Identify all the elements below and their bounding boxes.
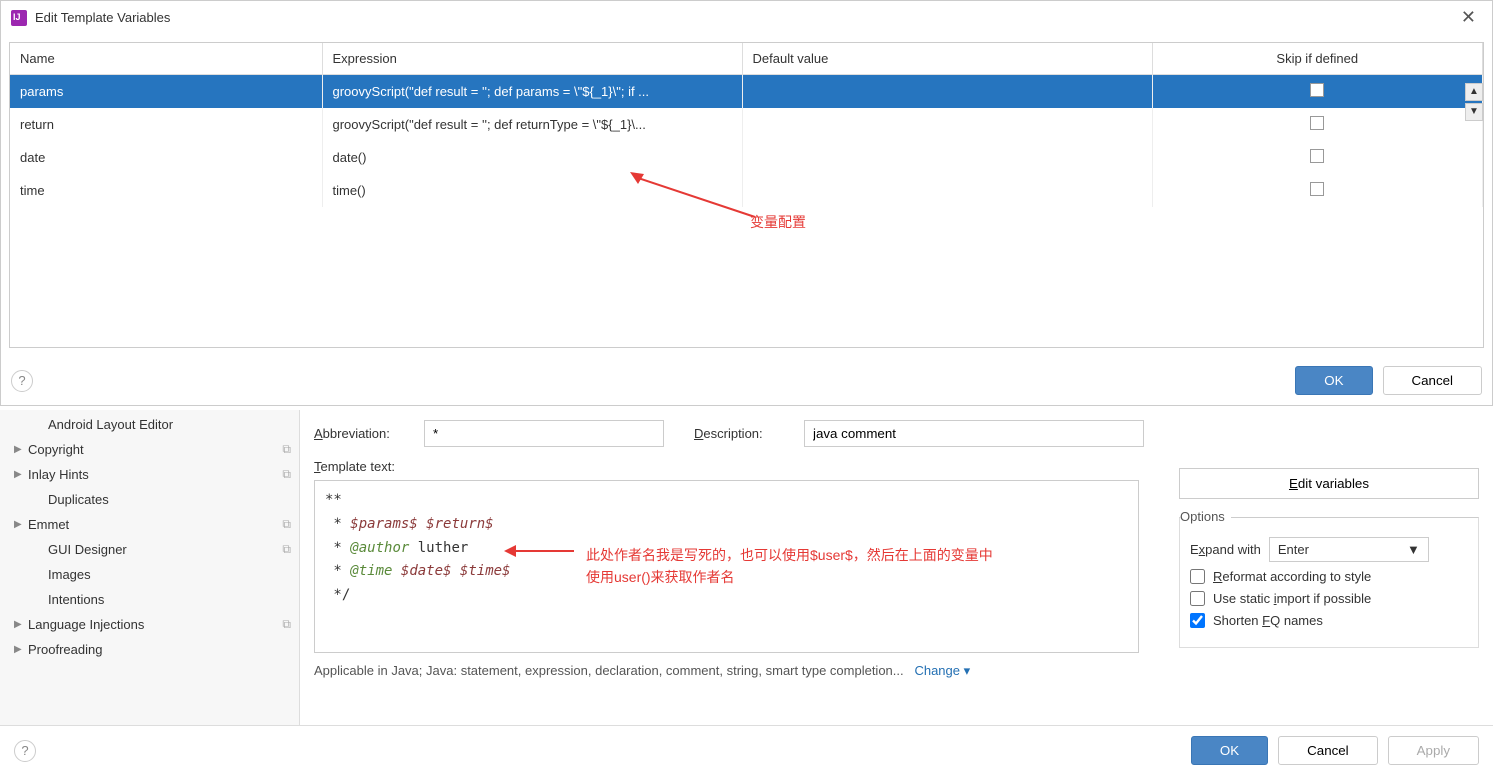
reformat-label: Reformat according to style: [1213, 569, 1371, 584]
sidebar-item-label: Duplicates: [48, 492, 109, 507]
sidebar-item-label: Copyright: [28, 442, 84, 457]
table-row[interactable]: date date(): [10, 141, 1483, 174]
help-button[interactable]: ?: [14, 740, 36, 762]
sidebar-item-label: Intentions: [48, 592, 104, 607]
cell-expression[interactable]: date(): [322, 141, 742, 174]
cell-expression[interactable]: groovyScript("def result = ''; def param…: [322, 75, 742, 109]
reformat-checkbox[interactable]: [1190, 569, 1205, 584]
app-icon: [11, 10, 27, 26]
sidebar-item-android-layout[interactable]: Android Layout Editor: [0, 412, 299, 437]
checkbox-icon[interactable]: [1310, 116, 1324, 130]
cell-name[interactable]: return: [10, 108, 322, 141]
settings-panel: Android Layout Editor ▶ Copyright ⧉ ▶ Inlay…: [0, 410, 1493, 775]
cell-default[interactable]: [742, 141, 1152, 174]
abbreviation-label: Abbreviation:: [314, 426, 414, 441]
shorten-fq-label: Shorten FQ names: [1213, 613, 1323, 628]
edit-variables-button[interactable]: Edit variables: [1179, 468, 1479, 499]
copy-icon: ⧉: [282, 442, 291, 457]
col-name[interactable]: Name: [10, 43, 322, 75]
col-expression[interactable]: Expression: [322, 43, 742, 75]
copy-icon: ⧉: [282, 517, 291, 532]
annotation-text: 此处作者名我是写死的，也可以使用$user$，然后在上面的变量中 使用user(…: [586, 544, 993, 589]
dialog-titlebar: Edit Template Variables ✕: [1, 1, 1492, 34]
sidebar-item-label: Proofreading: [28, 642, 102, 657]
cell-skip[interactable]: [1152, 75, 1483, 109]
scroll-up-button[interactable]: ▲: [1465, 83, 1483, 101]
copy-icon: ⧉: [282, 617, 291, 632]
applicable-text: Applicable in Java; Java: statement, exp…: [314, 663, 1479, 679]
chevron-right-icon: ▶: [14, 619, 22, 630]
expand-with-label: Expand with: [1190, 542, 1261, 557]
checkbox-icon[interactable]: [1310, 182, 1324, 196]
sidebar-item-duplicates[interactable]: Duplicates: [0, 487, 299, 512]
sidebar-item-intentions[interactable]: Intentions: [0, 587, 299, 612]
static-import-checkbox[interactable]: [1190, 591, 1205, 606]
cell-default[interactable]: [742, 174, 1152, 207]
sidebar-item-label: GUI Designer: [48, 542, 127, 557]
sidebar-item-gui-designer[interactable]: GUI Designer ⧉: [0, 537, 299, 562]
table-row[interactable]: params groovyScript("def result = ''; de…: [10, 75, 1483, 109]
cancel-button[interactable]: Cancel: [1278, 736, 1378, 765]
cell-expression[interactable]: groovyScript("def result = ''; def retur…: [322, 108, 742, 141]
sidebar-item-language-injections[interactable]: ▶ Language Injections ⧉: [0, 612, 299, 637]
copy-icon: ⧉: [282, 467, 291, 482]
chevron-right-icon: ▶: [14, 644, 22, 655]
cell-default[interactable]: [742, 108, 1152, 141]
ok-button[interactable]: OK: [1295, 366, 1372, 395]
copy-icon: ⧉: [282, 542, 291, 557]
chevron-right-icon: ▶: [14, 469, 22, 480]
description-input[interactable]: [804, 420, 1144, 447]
annotation-text: 变量配置: [750, 212, 806, 232]
sidebar-item-label: Language Injections: [28, 617, 144, 632]
sidebar-item-emmet[interactable]: ▶ Emmet ⧉: [0, 512, 299, 537]
close-icon[interactable]: ✕: [1455, 7, 1482, 28]
cell-name[interactable]: date: [10, 141, 322, 174]
sidebar-item-proofreading[interactable]: ▶ Proofreading: [0, 637, 299, 662]
cancel-button[interactable]: Cancel: [1383, 366, 1483, 395]
checkbox-icon[interactable]: [1310, 83, 1324, 97]
ok-button[interactable]: OK: [1191, 736, 1268, 765]
settings-sidebar: Android Layout Editor ▶ Copyright ⧉ ▶ Inlay…: [0, 410, 300, 775]
cell-skip[interactable]: [1152, 141, 1483, 174]
sidebar-item-copyright[interactable]: ▶ Copyright ⧉: [0, 437, 299, 462]
sidebar-item-label: Android Layout Editor: [48, 417, 173, 432]
main-panel: Abbreviation: Description: Template text…: [300, 410, 1493, 775]
cell-skip[interactable]: [1152, 108, 1483, 141]
cell-name[interactable]: params: [10, 75, 322, 109]
sidebar-item-inlay-hints[interactable]: ▶ Inlay Hints ⧉: [0, 462, 299, 487]
annotation-arrow-icon: [504, 542, 574, 560]
dialog-title-text: Edit Template Variables: [35, 10, 170, 25]
annotation-arrow-icon: [630, 172, 760, 222]
change-link[interactable]: Change ▾: [914, 663, 970, 678]
help-button[interactable]: ?: [11, 370, 33, 392]
table-row[interactable]: return groovyScript("def result = ''; de…: [10, 108, 1483, 141]
options-legend: Options: [1180, 509, 1231, 524]
options-group: Options Expand with Enter▼ Reformat acco…: [1179, 517, 1479, 648]
bottom-button-bar: ? OK Cancel Apply: [0, 725, 1493, 775]
scroll-down-button[interactable]: ▼: [1465, 103, 1483, 121]
chevron-right-icon: ▶: [14, 444, 22, 455]
sidebar-item-label: Inlay Hints: [28, 467, 89, 482]
col-skip[interactable]: Skip if defined: [1152, 43, 1483, 75]
cell-name[interactable]: time: [10, 174, 322, 207]
sidebar-item-label: Emmet: [28, 517, 69, 532]
sidebar-item-images[interactable]: Images: [0, 562, 299, 587]
table-header-row: Name Expression Default value Skip if de…: [10, 43, 1483, 75]
apply-button[interactable]: Apply: [1388, 736, 1479, 765]
cell-default[interactable]: [742, 75, 1152, 109]
chevron-down-icon: ▼: [1407, 542, 1420, 557]
shorten-fq-checkbox[interactable]: [1190, 613, 1205, 628]
abbreviation-input[interactable]: [424, 420, 664, 447]
description-label: Description:: [694, 426, 794, 441]
cell-skip[interactable]: [1152, 174, 1483, 207]
col-default[interactable]: Default value: [742, 43, 1152, 75]
chevron-right-icon: ▶: [14, 519, 22, 530]
static-import-label: Use static import if possible: [1213, 591, 1371, 606]
sidebar-item-label: Images: [48, 567, 91, 582]
checkbox-icon[interactable]: [1310, 149, 1324, 163]
expand-with-select[interactable]: Enter▼: [1269, 537, 1429, 562]
